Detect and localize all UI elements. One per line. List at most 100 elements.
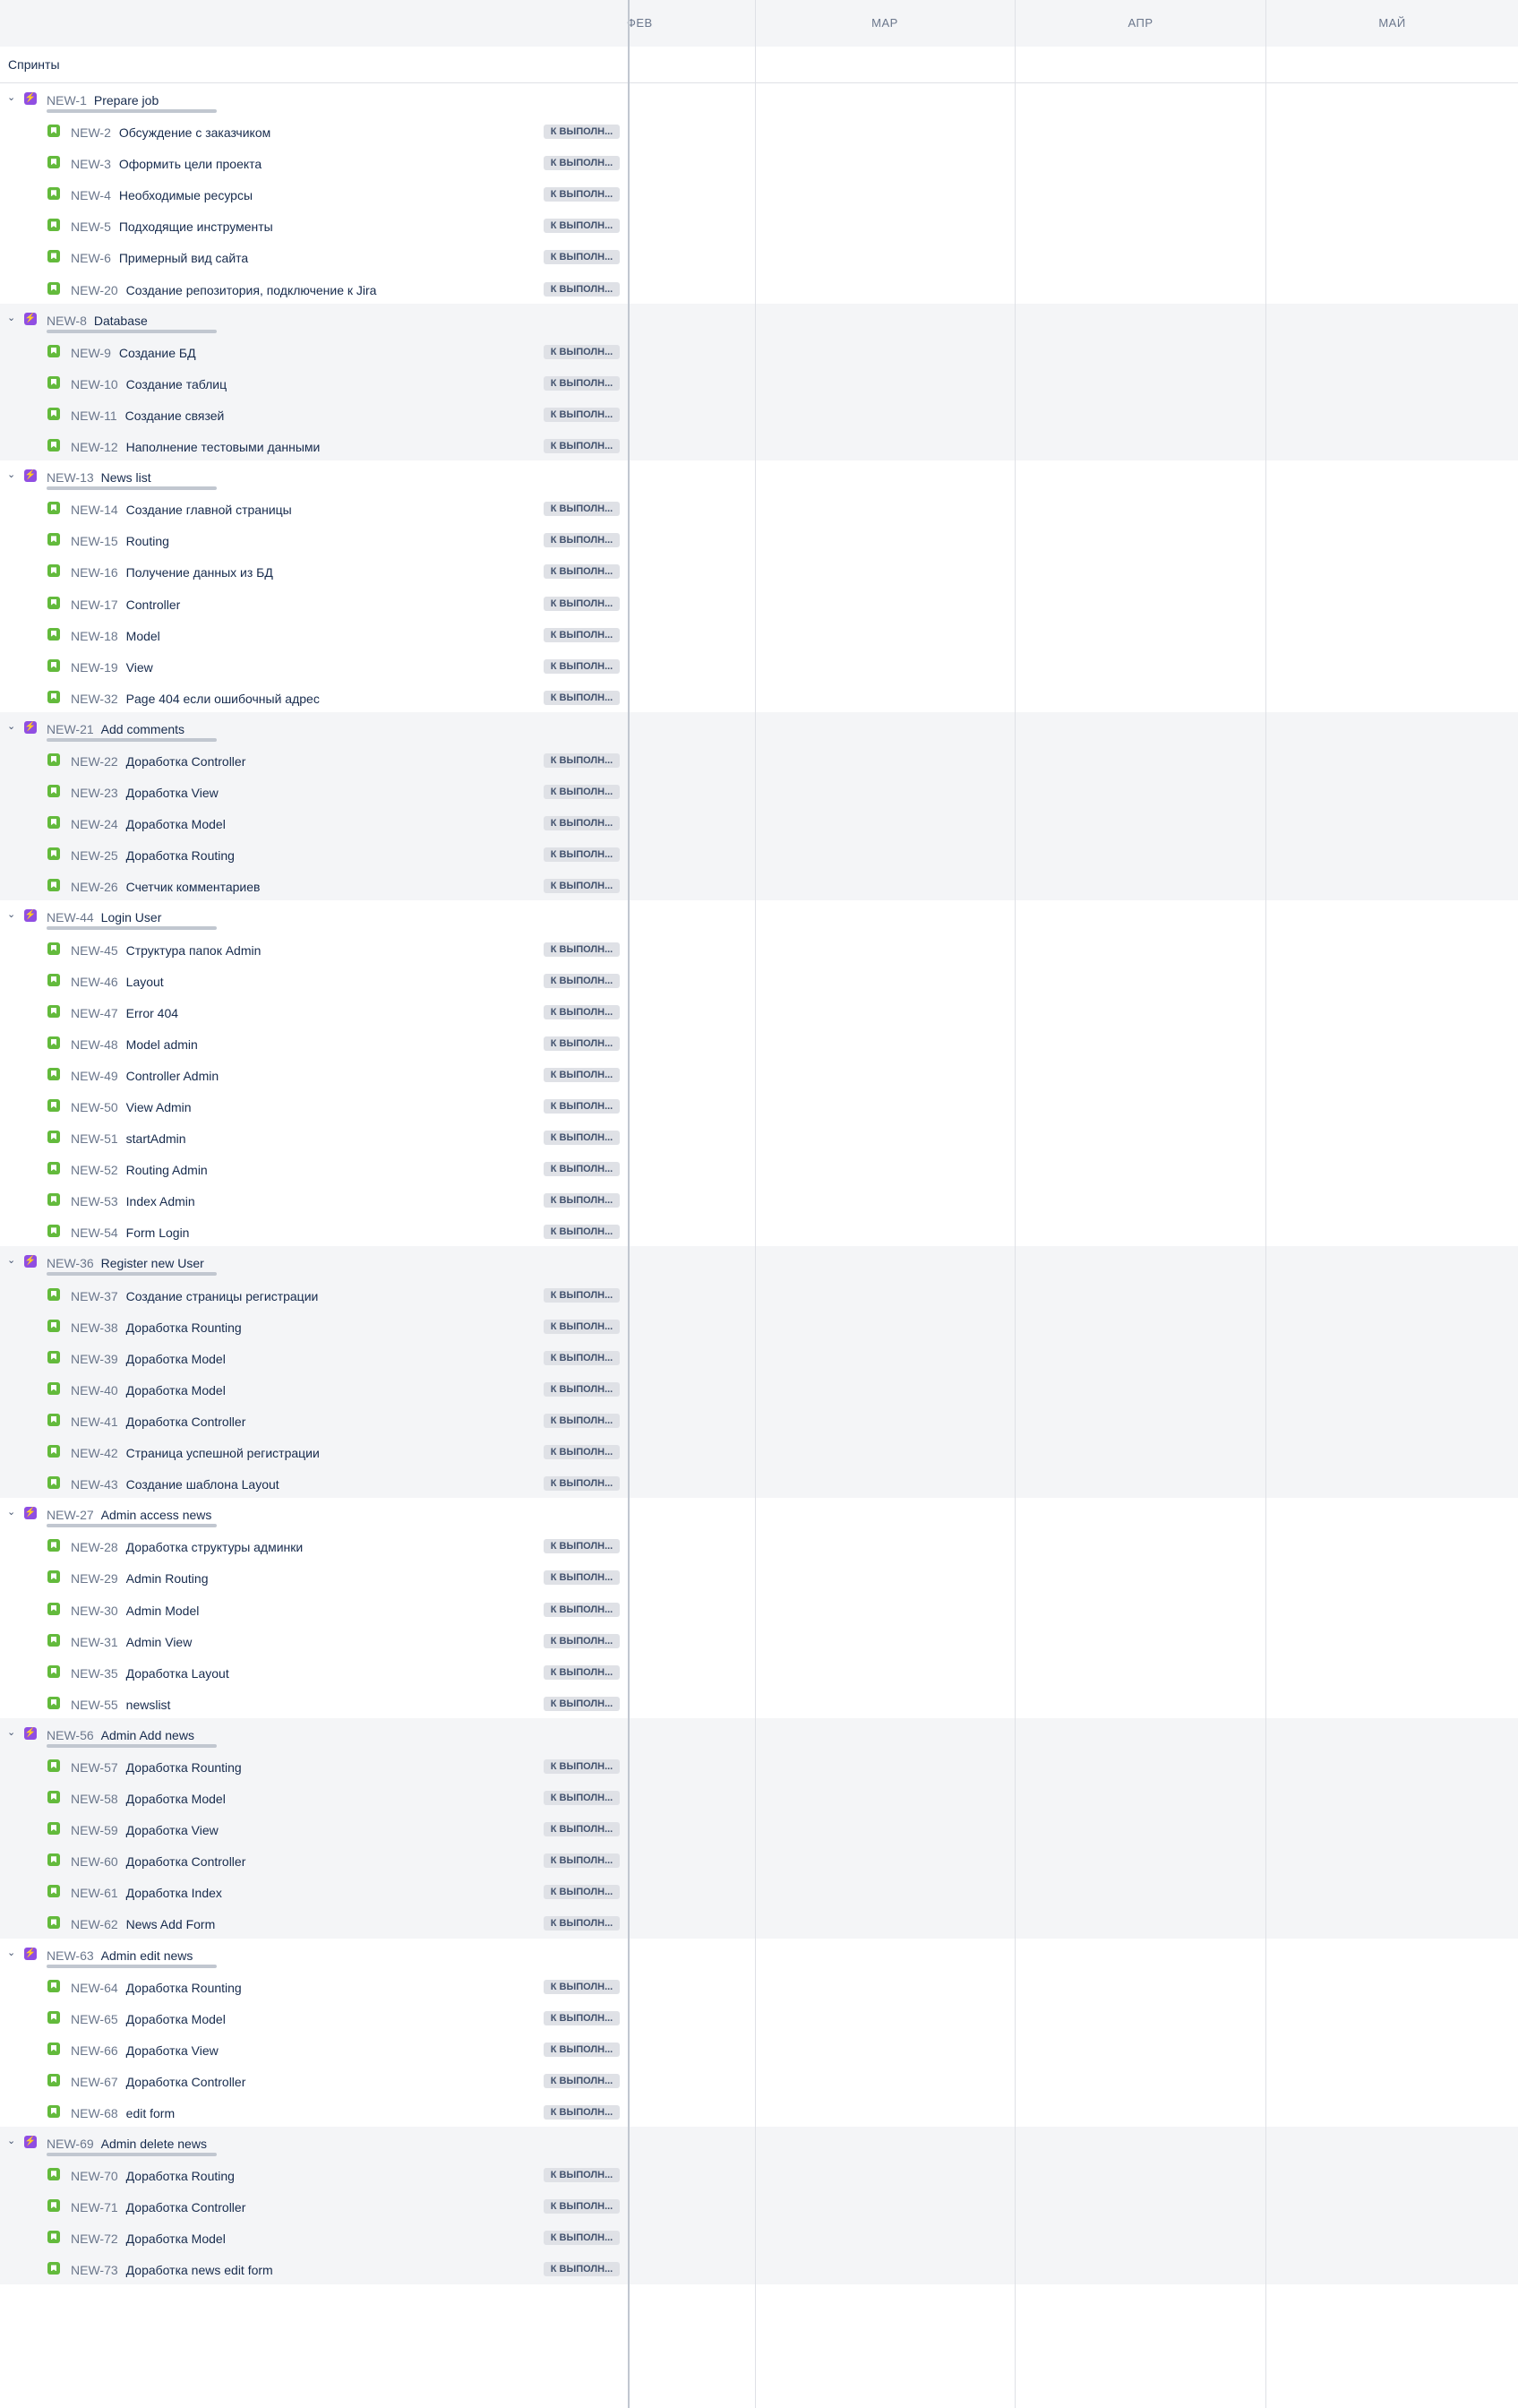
- story-key[interactable]: NEW-66 Доработка View: [71, 2043, 219, 2058]
- epic-key[interactable]: NEW-21 Add comments: [47, 722, 184, 736]
- story-key[interactable]: NEW-25 Доработка Routing: [71, 848, 235, 863]
- story-title[interactable]: Доработка Model: [126, 1383, 226, 1398]
- story-title[interactable]: Доработка Controller: [126, 1854, 246, 1869]
- story-key[interactable]: NEW-67 Доработка Controller: [71, 2075, 245, 2089]
- story-title[interactable]: Admin View: [126, 1635, 193, 1649]
- story-key[interactable]: NEW-59 Доработка View: [71, 1823, 219, 1837]
- story-key[interactable]: NEW-71 Доработка Controller: [71, 2200, 245, 2214]
- story-key[interactable]: NEW-41 Доработка Controller: [71, 1415, 245, 1429]
- story-title[interactable]: Наполнение тестовыми данными: [126, 440, 321, 454]
- story-title[interactable]: Layout: [126, 975, 164, 989]
- story-key[interactable]: NEW-22 Доработка Controller: [71, 754, 245, 769]
- story-row[interactable]: NEW-4 Необходимые ресурсы К ВЫПОЛН...: [0, 177, 629, 209]
- story-row[interactable]: NEW-3 Оформить цели проекта К ВЫПОЛН...: [0, 146, 629, 177]
- story-row[interactable]: NEW-26 Счетчик комментариев К ВЫПОЛН...: [0, 869, 629, 900]
- story-row[interactable]: NEW-57 Доработка Rounting К ВЫПОЛН...: [0, 1750, 629, 1781]
- story-title[interactable]: edit form: [126, 2106, 175, 2120]
- story-row[interactable]: NEW-19 View К ВЫПОЛН...: [0, 649, 629, 681]
- status-badge[interactable]: К ВЫПОЛН...: [544, 1476, 620, 1492]
- story-row[interactable]: NEW-38 Доработка Rounting К ВЫПОЛН...: [0, 1310, 629, 1341]
- epic-title[interactable]: Login User: [101, 910, 162, 924]
- story-key[interactable]: NEW-61 Доработка Index: [71, 1886, 222, 1900]
- story-row[interactable]: NEW-64 Доработка Rounting К ВЫПОЛН...: [0, 1970, 629, 2001]
- status-badge[interactable]: К ВЫПОЛН...: [544, 1791, 620, 1806]
- epic-key[interactable]: NEW-69 Admin delete news: [47, 2137, 207, 2151]
- status-badge[interactable]: К ВЫПОЛН...: [544, 1004, 620, 1019]
- status-badge[interactable]: К ВЫПОЛН...: [544, 1759, 620, 1774]
- story-title[interactable]: Доработка Rounting: [126, 1320, 242, 1335]
- status-badge[interactable]: К ВЫПОЛН...: [544, 658, 620, 674]
- story-key[interactable]: NEW-52 Routing Admin: [71, 1163, 208, 1177]
- story-key[interactable]: NEW-49 Controller Admin: [71, 1069, 219, 1083]
- status-badge[interactable]: К ВЫПОЛН...: [544, 2168, 620, 2183]
- story-row[interactable]: NEW-10 Создание таблиц К ВЫПОЛН...: [0, 366, 629, 398]
- story-key[interactable]: NEW-48 Model admin: [71, 1037, 198, 1052]
- story-title[interactable]: Создание шаблона Layout: [126, 1477, 279, 1492]
- epic-title[interactable]: News list: [101, 470, 151, 485]
- story-row[interactable]: NEW-51 startAdmin К ВЫПОЛН...: [0, 1121, 629, 1152]
- story-key[interactable]: NEW-2 Обсуждение с заказчиком: [71, 125, 270, 140]
- story-title[interactable]: Доработка View: [126, 786, 219, 800]
- story-key[interactable]: NEW-10 Создание таблиц: [71, 377, 227, 391]
- epic-row[interactable]: ⌄ ⚡ NEW-63 Admin edit news: [0, 1939, 629, 1970]
- status-badge[interactable]: К ВЫПОЛН...: [544, 1319, 620, 1334]
- story-title[interactable]: Index Admin: [126, 1194, 195, 1208]
- story-title[interactable]: startAdmin: [126, 1131, 186, 1146]
- story-key[interactable]: NEW-39 Доработка Model: [71, 1352, 226, 1366]
- story-row[interactable]: NEW-66 Доработка View К ВЫПОЛН...: [0, 2033, 629, 2064]
- story-key[interactable]: NEW-58 Доработка Model: [71, 1792, 226, 1806]
- story-key[interactable]: NEW-18 Model: [71, 629, 160, 643]
- status-badge[interactable]: К ВЫПОЛН...: [544, 125, 620, 140]
- story-key[interactable]: NEW-17 Controller: [71, 598, 180, 612]
- story-title[interactable]: Создание страницы регистрации: [126, 1289, 319, 1303]
- epic-title[interactable]: Prepare job: [94, 93, 159, 108]
- status-badge[interactable]: К ВЫПОЛН...: [544, 1539, 620, 1554]
- story-title[interactable]: Создание таблиц: [126, 377, 227, 391]
- story-title[interactable]: Доработка Routing: [126, 848, 235, 863]
- status-badge[interactable]: К ВЫПОЛН...: [544, 1602, 620, 1617]
- story-title[interactable]: Доработка Controller: [126, 754, 246, 769]
- story-title[interactable]: Подходящие инструменты: [119, 219, 273, 234]
- story-key[interactable]: NEW-35 Доработка Layout: [71, 1666, 229, 1681]
- status-badge[interactable]: К ВЫПОЛН...: [544, 1664, 620, 1680]
- status-badge[interactable]: К ВЫПОЛН...: [544, 2105, 620, 2120]
- story-key[interactable]: NEW-6 Примерный вид сайта: [71, 251, 248, 265]
- status-badge[interactable]: К ВЫПОЛН...: [544, 973, 620, 988]
- epic-key[interactable]: NEW-13 News list: [47, 470, 151, 485]
- status-badge[interactable]: К ВЫПОЛН...: [544, 2231, 620, 2246]
- story-row[interactable]: NEW-61 Доработка Index К ВЫПОЛН...: [0, 1875, 629, 1906]
- status-badge[interactable]: К ВЫПОЛН...: [544, 1350, 620, 1365]
- story-title[interactable]: Model: [126, 629, 160, 643]
- status-badge[interactable]: К ВЫПОЛН...: [544, 2073, 620, 2088]
- story-row[interactable]: NEW-32 Page 404 если ошибочный адрес К ВЫП…: [0, 681, 629, 712]
- story-row[interactable]: NEW-14 Создание главной страницы К ВЫПОЛН.…: [0, 492, 629, 523]
- story-title[interactable]: View Admin: [126, 1100, 192, 1114]
- epic-row[interactable]: ⌄ ⚡ NEW-1 Prepare job: [0, 83, 629, 115]
- story-row[interactable]: NEW-46 Layout К ВЫПОЛН...: [0, 964, 629, 995]
- status-badge[interactable]: К ВЫПОЛН...: [544, 187, 620, 202]
- story-row[interactable]: NEW-29 Admin Routing К ВЫПОЛН...: [0, 1561, 629, 1592]
- epic-row[interactable]: ⌄ ⚡ NEW-69 Admin delete news: [0, 2127, 629, 2158]
- story-key[interactable]: NEW-24 Доработка Model: [71, 817, 226, 831]
- story-title[interactable]: Model admin: [126, 1037, 198, 1052]
- story-title[interactable]: Обсуждение с заказчиком: [119, 125, 270, 140]
- story-key[interactable]: NEW-14 Создание главной страницы: [71, 503, 292, 517]
- story-key[interactable]: NEW-43 Создание шаблона Layout: [71, 1477, 279, 1492]
- status-badge[interactable]: К ВЫПОЛН...: [544, 596, 620, 611]
- status-badge[interactable]: К ВЫПОЛН...: [544, 1633, 620, 1648]
- story-row[interactable]: NEW-58 Доработка Model К ВЫПОЛН...: [0, 1781, 629, 1812]
- status-badge[interactable]: К ВЫПОЛН...: [544, 250, 620, 265]
- story-key[interactable]: NEW-5 Подходящие инструменты: [71, 219, 273, 234]
- status-badge[interactable]: К ВЫПОЛН...: [544, 2042, 620, 2057]
- epic-title[interactable]: Admin access news: [101, 1508, 212, 1522]
- status-badge[interactable]: К ВЫПОЛН...: [544, 1696, 620, 1711]
- chevron-down-icon[interactable]: ⌄: [7, 2136, 18, 2146]
- story-title[interactable]: Структура папок Admin: [126, 943, 262, 958]
- story-title[interactable]: Доработка Rounting: [126, 1760, 242, 1775]
- story-key[interactable]: NEW-51 startAdmin: [71, 1131, 186, 1146]
- story-row[interactable]: NEW-2 Обсуждение с заказчиком К ВЫПОЛН...: [0, 115, 629, 146]
- story-row[interactable]: NEW-73 Доработка news edit form К ВЫПОЛН..…: [0, 2252, 629, 2283]
- status-badge[interactable]: К ВЫПОЛН...: [544, 752, 620, 768]
- story-title[interactable]: Доработка Model: [126, 1792, 226, 1806]
- story-key[interactable]: NEW-68 edit form: [71, 2106, 175, 2120]
